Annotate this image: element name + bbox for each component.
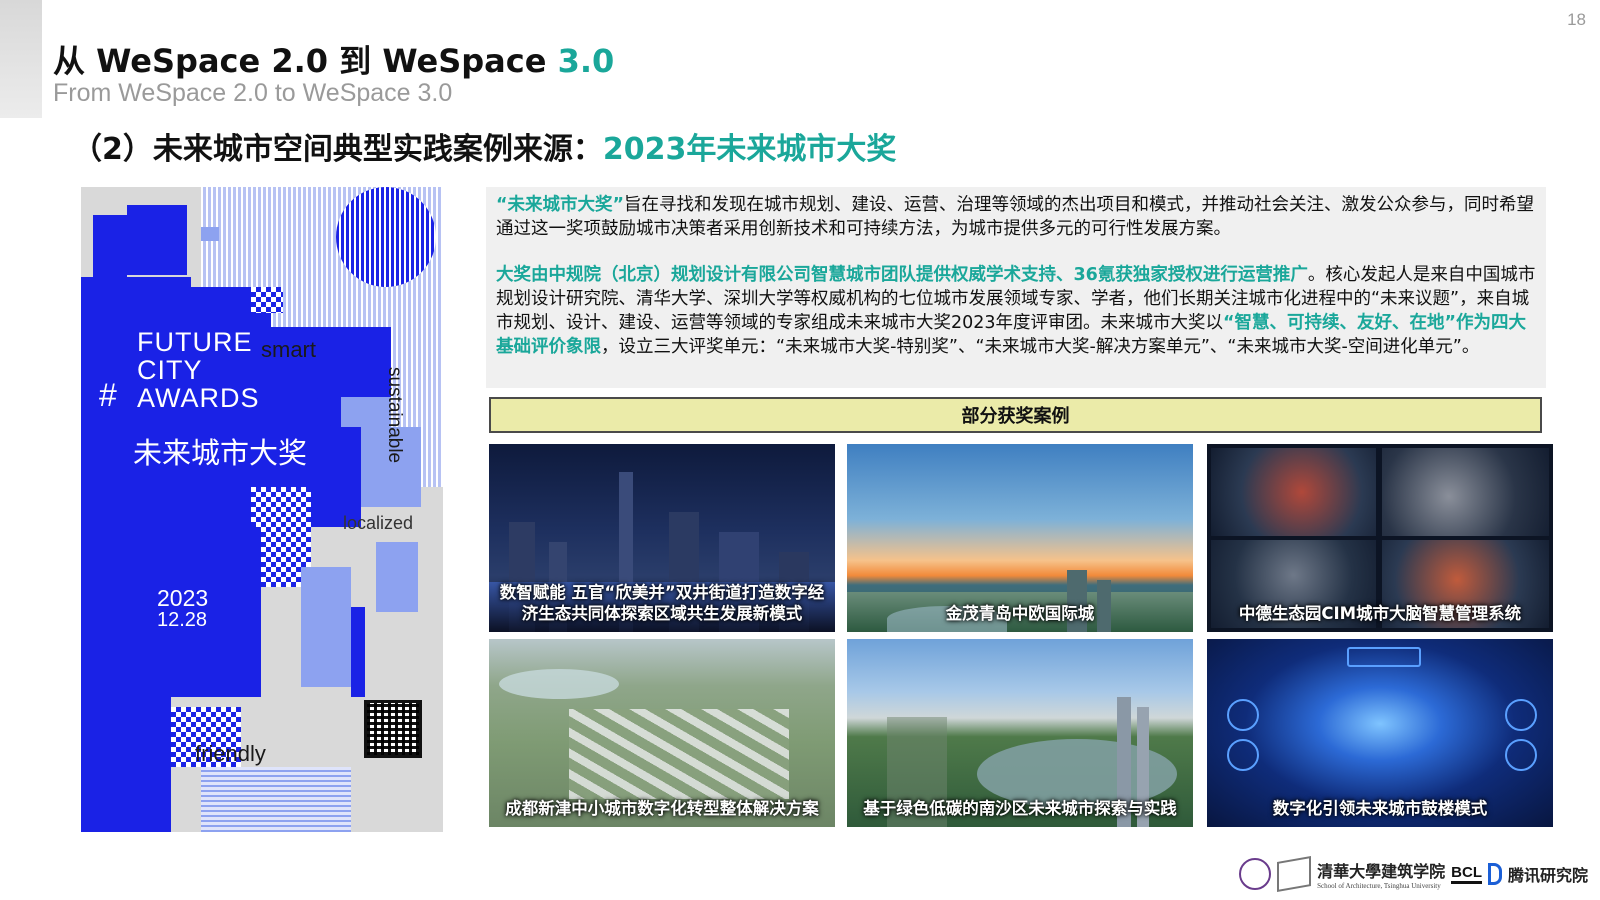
- poster-block: [201, 227, 219, 241]
- footer-logos: 清華大學建筑学院 School of Architecture, Tsinghu…: [1239, 856, 1588, 892]
- case-card[interactable]: 中德生态园CIM城市大脑智慧管理系统: [1207, 444, 1553, 632]
- poster-friendly-text: friendly: [195, 741, 266, 766]
- poster-block: [376, 542, 418, 612]
- case-card[interactable]: 数智赋能 五官“欣美并”双井街道打造数字经济生态共同体探索区域共生发展新模式: [489, 444, 835, 632]
- heading-prefix: （2）未来城市空间典型实践案例来源：: [72, 132, 603, 167]
- poster-circle-small: [309, 397, 339, 427]
- heading-accent: 2023年未来城市大奖: [602, 132, 897, 167]
- tsinghua-logo-text: 清華大學建筑学院: [1317, 862, 1446, 881]
- poster-year: 2023: [157, 585, 209, 611]
- case-card[interactable]: 基于绿色低碳的南沙区未来城市探索与实践: [847, 639, 1193, 827]
- case-caption: 金茂青岛中欧国际城: [945, 604, 1095, 623]
- award-description-box: “未来城市大奖”旨在寻找和发现在城市规划、建设、运营、治理等领域的杰出项目和模式…: [486, 187, 1546, 388]
- bcl-logo: BCL: [1451, 864, 1482, 884]
- poster-checker: [251, 487, 311, 527]
- tencent-research-logo: 腾讯研究院: [1507, 866, 1588, 885]
- page-number: 18: [1567, 10, 1586, 29]
- section-heading: （2）未来城市空间典型实践案例来源：2023年未来城市大奖: [72, 124, 896, 168]
- poster-circle-large: [336, 187, 436, 287]
- poster-block: [351, 607, 365, 697]
- case-caption: 数智赋能 五官“欣美并”双井街道打造数字经济生态共同体探索区域共生发展新模式: [499, 583, 825, 623]
- award-poster: FUTURE CITY AWARDS # smart sustainable l…: [81, 187, 443, 832]
- description-paragraph-1: “未来城市大奖”旨在寻找和发现在城市规划、建设、运营、治理等领域的杰出项目和模式…: [496, 193, 1536, 241]
- case-caption: 成都新津中小城市数字化转型整体解决方案: [505, 799, 819, 818]
- case-card[interactable]: 金茂青岛中欧国际城: [847, 444, 1193, 632]
- qr-code: [364, 700, 422, 758]
- poster-future-text: FUTURE: [137, 327, 253, 357]
- case-caption: 基于绿色低碳的南沙区未来城市探索与实践: [863, 799, 1177, 818]
- architecture-cube-icon: [1277, 856, 1312, 892]
- tsinghua-logo-subtext: School of Architecture, Tsinghua Univers…: [1317, 882, 1441, 890]
- poster-sustainable-text: sustainable: [384, 367, 405, 464]
- award-name-highlight: “未来城市大奖”: [496, 195, 625, 215]
- page-subtitle: From WeSpace 2.0 to WeSpace 3.0: [53, 79, 453, 107]
- poster-block: [201, 767, 351, 832]
- poster-checker: [251, 287, 283, 313]
- case-caption: 中德生态园CIM城市大脑智慧管理系统: [1238, 604, 1522, 623]
- poster-date: 12.28: [157, 609, 208, 631]
- case-card[interactable]: 成都新津中小城市数字化转型整体解决方案: [489, 639, 835, 827]
- tsinghua-logo: 清華大學建筑学院 School of Architecture, Tsinghu…: [1317, 858, 1445, 890]
- description-text: 旨在寻找和发现在城市规划、建设、运营、治理等领域的杰出项目和模式，并推动社会关注…: [496, 195, 1535, 239]
- title-accent: 3.0: [557, 42, 615, 80]
- case-caption: 数字化引领未来城市鼓楼模式: [1272, 799, 1488, 818]
- title-prefix: 从 WeSpace 2.0 到 WeSpace: [53, 42, 558, 80]
- winners-banner: 部分获奖案例: [489, 397, 1542, 433]
- tsinghua-seal-icon: [1239, 858, 1272, 890]
- description-text: ，设立三大评奖单元：“未来城市大奖-特别奖”、“未来城市大奖-解决方案单元”、“…: [601, 337, 1480, 357]
- poster-block: [81, 697, 171, 832]
- support-highlight: 大奖由中规院（北京）规划设计有限公司智慧城市团队提供权威学术支持、36氪获独家授…: [496, 265, 1308, 285]
- tencent-icon: [1487, 863, 1502, 885]
- poster-city-text: CITY: [137, 355, 203, 385]
- poster-block: [127, 205, 187, 275]
- poster-localized-text: localized: [343, 513, 414, 533]
- poster-smart-text: smart: [261, 337, 316, 362]
- description-paragraph-2: 大奖由中规院（北京）规划设计有限公司智慧城市团队提供权威学术支持、36氪获独家授…: [496, 263, 1536, 359]
- poster-block: [301, 567, 351, 687]
- case-card[interactable]: 数字化引领未来城市鼓楼模式: [1207, 639, 1553, 827]
- poster-hash: #: [99, 377, 117, 413]
- page-title: 从 WeSpace 2.0 到 WeSpace 3.0: [53, 36, 614, 82]
- poster-awards-text: AWARDS: [137, 383, 260, 413]
- corner-decoration: [0, 0, 42, 118]
- poster-cn-title: 未来城市大奖: [133, 438, 308, 470]
